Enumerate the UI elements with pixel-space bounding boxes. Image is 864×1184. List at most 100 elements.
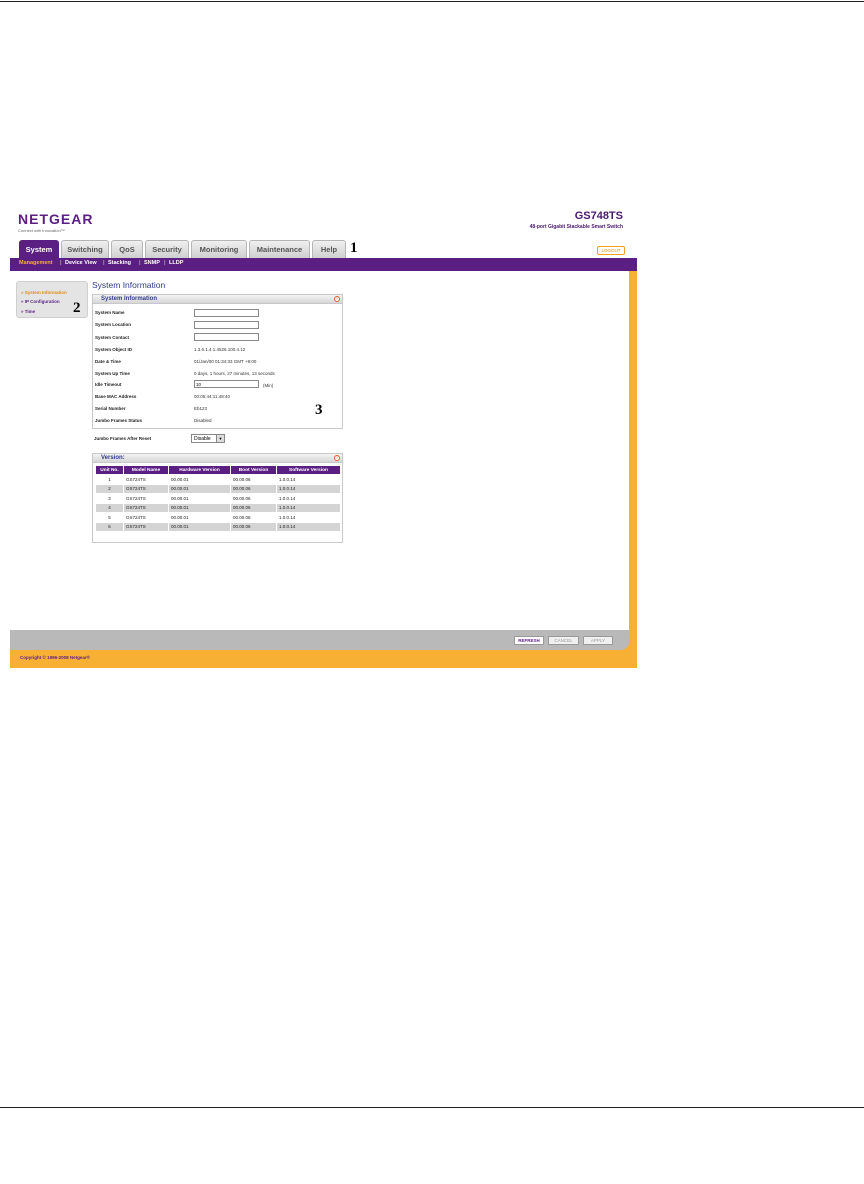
model-name: GS724TS bbox=[123, 502, 169, 513]
jumbo-frames-after-reset-value: Disable bbox=[194, 436, 211, 442]
jumbo-frames-after-reset-label: Jumbo Frames After Reset bbox=[94, 436, 152, 441]
model-name: GS748TS bbox=[574, 210, 623, 222]
sidebar-item-system-information[interactable]: » System Information bbox=[21, 290, 67, 295]
idle-timeout-label: Idle Timeout bbox=[95, 382, 122, 387]
system-name-input[interactable] bbox=[194, 309, 259, 317]
sub-navigation: Management | Device View | Stacking | SN… bbox=[10, 258, 637, 271]
subnav-separator: | bbox=[164, 260, 166, 266]
software-version: 1.0.0.14 bbox=[276, 502, 341, 513]
model-name: GS724TS bbox=[123, 512, 169, 523]
table-row: 6 GS724TS 00.00.01 00.00.06 1.0.0.14 bbox=[95, 521, 341, 532]
sidebar-item-time[interactable]: » Time bbox=[21, 309, 35, 314]
system-up-time-label: System Up Time bbox=[95, 371, 130, 376]
subnav-device-view[interactable]: Device View bbox=[65, 260, 97, 266]
software-version: 1.0.0.14 bbox=[276, 474, 341, 485]
jumbo-frames-status-value: Disabled bbox=[194, 418, 212, 423]
table-row: 3 GS724TS 00.00.01 00.00.06 1.0.0.14 bbox=[95, 493, 341, 504]
system-location-input[interactable] bbox=[194, 321, 259, 329]
software-version: 1.0.0.14 bbox=[276, 521, 341, 532]
hardware-version: 00.00.01 bbox=[168, 521, 231, 532]
col-model-name: Model Name bbox=[123, 465, 169, 475]
tab-security[interactable]: Security bbox=[145, 240, 189, 258]
chevron-down-icon[interactable]: ▼ bbox=[216, 435, 224, 442]
system-contact-input[interactable] bbox=[194, 333, 259, 341]
boot-version: 00.00.06 bbox=[230, 493, 277, 504]
panel-header: Version: ? bbox=[93, 454, 342, 463]
unit-no: 6 bbox=[95, 521, 124, 532]
base-mac-address-label: Base MAC Address bbox=[95, 394, 137, 399]
tab-help[interactable]: Help bbox=[312, 240, 346, 258]
date-time-value: 01/Jan/00 01:34:33 GMT +9:00 bbox=[194, 359, 257, 364]
boot-version: 00.00.06 bbox=[230, 483, 277, 494]
model-name: GS724TS bbox=[123, 493, 169, 504]
hardware-version: 00.00.01 bbox=[168, 493, 231, 504]
callout-1: 1 bbox=[350, 240, 358, 256]
netgear-logo: NETGEAR bbox=[18, 211, 94, 227]
table-row: 5 GS724TS 00.00.01 00.00.06 1.0.0.14 bbox=[95, 512, 341, 523]
version-panel: Version: ? Unit No. Model Name Hardware … bbox=[92, 453, 343, 543]
top-rule bbox=[0, 1, 864, 2]
unit-no: 2 bbox=[95, 483, 124, 494]
software-version: 1.0.0.14 bbox=[276, 512, 341, 523]
subnav-snmp[interactable]: SNMP bbox=[144, 260, 160, 266]
system-contact-label: System Contact bbox=[95, 335, 130, 340]
logout-button[interactable]: LOGOUT bbox=[597, 246, 625, 255]
panel-title: Version: bbox=[101, 455, 125, 461]
refresh-button[interactable]: REFRESH bbox=[514, 636, 544, 645]
unit-no: 1 bbox=[95, 474, 124, 485]
subnav-separator: | bbox=[139, 260, 141, 266]
tab-monitoring[interactable]: Monitoring bbox=[191, 240, 247, 258]
hardware-version: 00.00.01 bbox=[168, 483, 231, 494]
model-description: 48-port Gigabit Stackable Smart Switch bbox=[529, 224, 623, 230]
subnav-lldp[interactable]: LLDP bbox=[169, 260, 183, 266]
version-table: Unit No. Model Name Hardware Version Boo… bbox=[95, 465, 341, 532]
serial-number-value: Eb123 bbox=[194, 406, 208, 411]
table-row: 4 GS724TS 00.00.01 00.00.06 1.0.0.14 bbox=[95, 502, 341, 513]
model-name: GS724TS bbox=[123, 474, 169, 485]
tab-maintenance[interactable]: Maintenance bbox=[249, 240, 310, 258]
help-icon[interactable]: ? bbox=[334, 455, 340, 461]
unit-no: 5 bbox=[95, 512, 124, 523]
panel-title: System Information bbox=[101, 296, 158, 302]
table-row: 2 GS724TS 00.00.01 00.00.06 1.0.0.14 bbox=[95, 483, 341, 494]
system-name-label: System Name bbox=[95, 310, 125, 315]
bottom-rule bbox=[0, 1107, 864, 1108]
idle-timeout-unit: (Min) bbox=[263, 383, 274, 388]
date-time-label: Date & Time bbox=[95, 359, 121, 364]
sidebar-item-ip-configuration[interactable]: » IP Configuration bbox=[21, 299, 60, 304]
unit-no: 3 bbox=[95, 493, 124, 504]
subnav-separator: | bbox=[60, 260, 62, 266]
subnav-separator: | bbox=[103, 260, 105, 266]
model-name: GS724TS bbox=[123, 483, 169, 494]
tagline: Connect with Innovation™ bbox=[18, 228, 65, 233]
cancel-button[interactable]: CANCEL bbox=[548, 636, 579, 645]
hardware-version: 00.00.01 bbox=[168, 512, 231, 523]
header: NETGEAR Connect with Innovation™ GS748TS… bbox=[10, 206, 637, 240]
screenshot-window: NETGEAR Connect with Innovation™ GS748TS… bbox=[10, 206, 637, 668]
tab-qos[interactable]: QoS bbox=[111, 240, 143, 258]
content-area: » System Information » IP Configuration … bbox=[10, 271, 629, 638]
col-software-version: Software Version bbox=[276, 465, 341, 475]
help-icon[interactable]: ? bbox=[334, 296, 340, 302]
base-mac-address-value: 00:05:44:11:48:40 bbox=[194, 394, 230, 399]
copyright: Copyright © 1996-2008 Netgear® bbox=[20, 655, 90, 660]
unit-no: 4 bbox=[95, 502, 124, 513]
system-location-label: System Location bbox=[95, 322, 132, 327]
tab-system[interactable]: System bbox=[19, 240, 59, 258]
jumbo-frames-status-label: Jumbo Frames Status bbox=[95, 418, 143, 423]
subnav-stacking[interactable]: Stacking bbox=[108, 260, 131, 266]
col-unit-no: Unit No. bbox=[95, 465, 124, 475]
page-title: System Information bbox=[92, 280, 166, 290]
serial-number-label: Serial Number bbox=[95, 406, 126, 411]
apply-button[interactable]: APPLY bbox=[583, 636, 613, 645]
hardware-version: 00.00.01 bbox=[168, 474, 231, 485]
idle-timeout-input[interactable] bbox=[194, 380, 259, 388]
table-row: 1 GS724TS 00.00.01 00.00.06 1.0.0.14 bbox=[95, 474, 341, 485]
boot-version: 00.00.06 bbox=[230, 474, 277, 485]
model-name: GS724TS bbox=[123, 521, 169, 532]
jumbo-frames-after-reset-select[interactable]: Disable ▼ bbox=[191, 434, 225, 443]
tab-switching[interactable]: Switching bbox=[61, 240, 109, 258]
boot-version: 00.00.06 bbox=[230, 512, 277, 523]
system-object-id-value: 1.3.6.1.4.1.4526.100.4.12 bbox=[194, 347, 246, 352]
subnav-management[interactable]: Management bbox=[19, 260, 53, 266]
